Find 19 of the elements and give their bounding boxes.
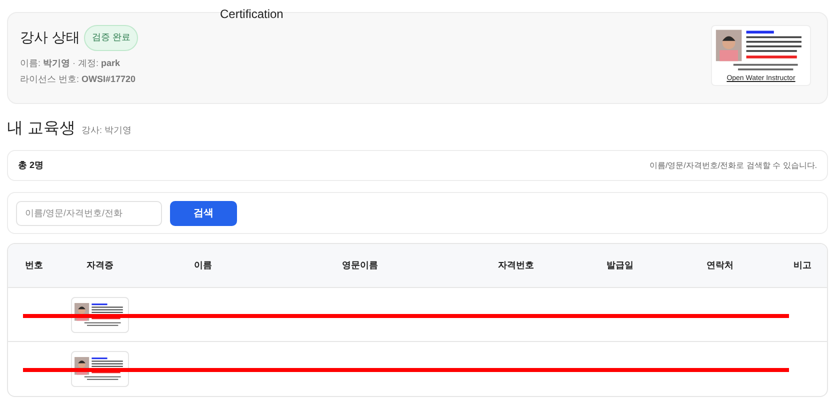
verified-badge: 검증 완료 — [84, 25, 138, 50]
students-title: 내 교육생 — [7, 119, 76, 139]
section-label: Certification — [220, 6, 284, 23]
students-subtitle: 강사: 박기영 — [81, 124, 132, 137]
column-header: 영문이름 — [342, 258, 378, 272]
column-header: 번호 — [25, 258, 43, 272]
column-header: 연락처 — [706, 258, 734, 272]
total-count: 총 2명 — [18, 158, 44, 172]
column-header: 자격번호 — [498, 258, 534, 272]
column-header: 비고 — [794, 258, 812, 272]
search-hint: 이름/영문/자격번호/전화로 검색할 수 있습니다. — [649, 160, 817, 172]
column-header: 발급일 — [606, 258, 634, 272]
license-info: 라이선스 번호: OWSI#17720 — [20, 73, 137, 86]
column-header: 자격증 — [86, 258, 114, 272]
instructor-status-title: 강사 상태 — [20, 28, 80, 48]
account-info: 이름: 박기영 · 계정: park — [20, 56, 122, 70]
search-button[interactable]: 검색 — [170, 200, 237, 226]
column-header: 이름 — [194, 258, 212, 272]
search-field[interactable]: 이름/영문/자격번호/전화 — [16, 200, 162, 226]
